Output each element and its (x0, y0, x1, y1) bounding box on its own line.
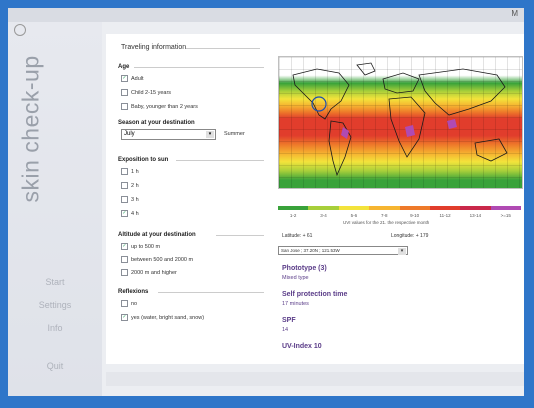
legend-label: >=15 (500, 213, 511, 218)
reflexions-heading: Reflexions (118, 289, 149, 295)
exposition-option-4h[interactable]: ✓ 4 h (121, 210, 139, 217)
location-value: San Jose ; 37.20N ; 121.53W (281, 248, 340, 253)
uv-map-image (279, 57, 522, 188)
season-text: Summer (224, 131, 245, 137)
altitude-option-500-2000[interactable]: between 500 and 2000 m (121, 256, 193, 263)
checkbox[interactable] (121, 300, 128, 307)
legend-label: 3-4 (320, 213, 327, 218)
age-option-baby[interactable]: Baby, younger than 2 years (121, 103, 198, 110)
exposition-option-3h[interactable]: 3 h (121, 196, 139, 203)
legend-swatch (308, 206, 339, 210)
chevron-down-icon[interactable]: ▾ (206, 131, 214, 138)
checkbox[interactable]: ✓ (121, 210, 128, 217)
app-icon (14, 24, 26, 36)
title-bar-text: M (511, 9, 518, 18)
option-label: 2 h (131, 182, 139, 189)
spf-title: SPF (282, 317, 296, 324)
option-label: Child 2-15 years (131, 89, 172, 96)
panel-title: Traveling information (121, 44, 187, 51)
age-option-adult[interactable]: ✓ Adult (121, 75, 144, 82)
option-label: 1 h (131, 168, 139, 175)
sidebar: skin check-up Start Settings Info Quit (8, 22, 102, 396)
option-label: 2000 m and higher (131, 269, 177, 276)
divider (186, 48, 260, 49)
divider (134, 67, 264, 68)
legend-label: 13-14 (469, 213, 482, 218)
reflexions-option-no[interactable]: no (121, 300, 137, 307)
bottom-strip (106, 372, 524, 386)
option-label: Baby, younger than 2 years (131, 103, 198, 110)
location-select[interactable]: San Jose ; 37.20N ; 121.53W ▾ (278, 246, 408, 255)
legend-swatch (429, 206, 461, 210)
legend-swatch (338, 206, 370, 210)
option-label: 3 h (131, 196, 139, 203)
chevron-down-icon[interactable]: ▾ (398, 248, 406, 255)
exposition-heading: Exposition to sun (118, 157, 169, 163)
month-select[interactable]: July ▾ (121, 129, 216, 140)
legend-label: 9-10 (410, 213, 420, 218)
app-brand: skin check-up (17, 55, 44, 203)
checkbox[interactable] (121, 196, 128, 203)
option-label: no (131, 300, 138, 307)
altitude-option-500[interactable]: ✓ up to 500 m (121, 243, 160, 250)
divider (176, 160, 264, 161)
phototype-value: Mixed type (282, 275, 309, 281)
traveling-panel: Traveling information Age ✓ Adult Child 2… (106, 34, 524, 364)
month-value: July (124, 131, 135, 137)
exposition-option-1h[interactable]: 1 h (121, 168, 139, 175)
checkbox[interactable]: ✓ (121, 314, 128, 321)
checkbox[interactable] (121, 103, 128, 110)
uv-world-map[interactable] (278, 56, 523, 189)
exposition-option-2h[interactable]: 2 h (121, 182, 139, 189)
age-option-child[interactable]: Child 2-15 years (121, 89, 171, 96)
legend-swatch (399, 206, 430, 210)
nav-settings[interactable]: Settings (8, 300, 102, 310)
longitude-readout: Longitude: + 179 (391, 233, 429, 239)
divider (216, 235, 264, 236)
uv-legend-caption: UVI values for the 21. the respective mo… (343, 220, 430, 225)
legend-swatch (278, 206, 309, 210)
season-heading: Season at your destination (118, 120, 195, 126)
checkbox[interactable] (121, 182, 128, 189)
legend-label: 5-6 (350, 213, 358, 218)
nav-info[interactable]: Info (8, 323, 102, 333)
legend-swatch (460, 206, 491, 210)
altitude-heading: Altitude at your destination (118, 232, 196, 238)
checkbox[interactable] (121, 269, 128, 276)
spf-value: 14 (282, 327, 289, 333)
uv-legend-bar (278, 206, 521, 210)
uv-legend-labels: 1-2 3-4 5-6 7-8 9-10 11-12 13-14 >=15 (278, 213, 521, 218)
self-protection-value: 17 minutes (282, 301, 309, 307)
checkbox[interactable]: ✓ (121, 243, 128, 250)
self-protection-title: Self protection time (282, 291, 348, 298)
phototype-title: Phototype (3) (282, 265, 327, 272)
checkbox[interactable]: ✓ (121, 75, 128, 82)
option-label: Adult (131, 75, 144, 82)
legend-label: 1-2 (289, 213, 297, 218)
latitude-readout: Latitude: + 61 (282, 233, 313, 239)
legend-swatch (490, 206, 521, 210)
legend-swatch (369, 206, 400, 210)
legend-label: 11-12 (439, 213, 451, 218)
uv-index: UV-Index 10 (282, 343, 322, 350)
title-bar: M (8, 8, 524, 22)
nav-quit[interactable]: Quit (8, 361, 102, 371)
option-label: 4 h (131, 210, 139, 217)
app-window: M skin check-up Start Settings Info Quit… (8, 8, 524, 396)
option-label: between 500 and 2000 m (131, 256, 194, 263)
nav-start[interactable]: Start (8, 277, 102, 287)
legend-label: 7-8 (381, 213, 388, 218)
option-label: yes (water, bright sand, snow) (131, 314, 205, 321)
age-heading: Age (118, 64, 130, 70)
altitude-option-2000[interactable]: 2000 m and higher (121, 269, 177, 276)
checkbox[interactable] (121, 168, 128, 175)
divider (158, 292, 264, 293)
option-label: up to 500 m (131, 243, 161, 250)
checkbox[interactable] (121, 256, 128, 263)
checkbox[interactable] (121, 89, 128, 96)
reflexions-option-yes[interactable]: ✓ yes (water, bright sand, snow) (121, 314, 204, 321)
